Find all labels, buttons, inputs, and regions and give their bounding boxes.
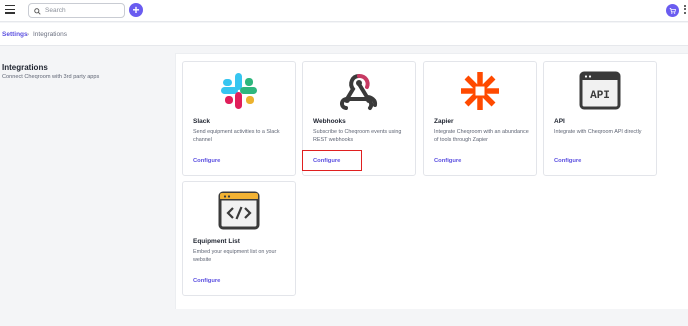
breadcrumb-current: Integrations [33, 31, 67, 38]
integration-name: Zapier [434, 118, 454, 125]
configure-zapier-link[interactable]: Configure [434, 158, 461, 164]
more-options-icon[interactable] [684, 5, 688, 17]
integration-name: Equipment List [193, 238, 240, 245]
embed-code-window-icon [183, 188, 295, 234]
api-icon-text: API [590, 90, 610, 102]
top-bar: + [0, 0, 688, 22]
integration-card-slack: Slack Send equipment activities to a Sla… [182, 61, 296, 176]
configure-slack-link[interactable]: Configure [193, 158, 220, 164]
highlight-box [302, 150, 362, 171]
search-box[interactable] [28, 3, 125, 18]
slack-logo-icon [183, 68, 295, 114]
cart-icon [669, 8, 676, 14]
hamburger-menu-icon[interactable] [5, 5, 15, 15]
breadcrumb-chevron-icon: › [27, 31, 30, 38]
integration-description: Send equipment activities to a Slack cha… [193, 129, 280, 143]
cart-button[interactable] [666, 4, 679, 17]
configure-equipment-list-link[interactable]: Configure [193, 278, 220, 284]
integration-card-equipment-list: Equipment List Embed your equipment list… [182, 181, 296, 296]
integration-description: Embed your equipment list on your websit… [193, 249, 277, 263]
add-button[interactable]: + [129, 3, 143, 17]
integration-card-zapier: Zapier Integrate Cheqroom with an abunda… [423, 61, 537, 176]
webhooks-logo-icon [303, 68, 415, 114]
configure-api-link[interactable]: Configure [554, 158, 581, 164]
api-window-icon: API [544, 68, 656, 114]
integration-name: Webhooks [313, 118, 346, 125]
search-icon [34, 7, 41, 15]
integration-name: Slack [193, 118, 210, 125]
integration-description: Integrate with Cheqroom API directly [554, 129, 642, 135]
breadcrumb-settings-link[interactable]: Settings [2, 31, 28, 38]
page-title: Integrations [2, 63, 48, 72]
search-input[interactable] [45, 5, 121, 16]
integration-description: Integrate Cheqroom with an abundance of … [434, 129, 529, 143]
integration-name: API [554, 118, 565, 125]
integration-card-api: API API Integrate with Cheqroom API dire… [543, 61, 657, 176]
zapier-logo-icon [424, 68, 536, 114]
integration-description: Subscribe to Cheqroom events using REST … [313, 129, 402, 143]
breadcrumb: Settings › Integrations [0, 23, 688, 46]
page-subtitle: Connect Cheqroom with 3rd party apps [2, 74, 100, 80]
